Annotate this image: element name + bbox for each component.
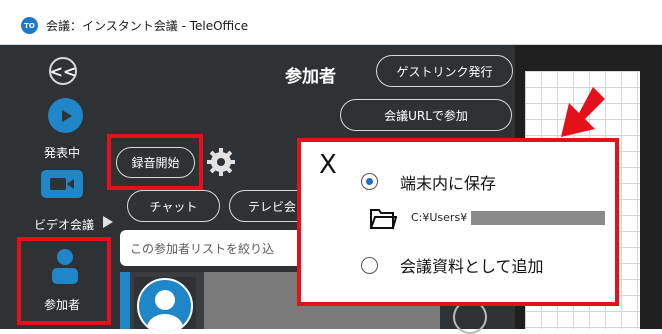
tab-chat[interactable]: チャット	[127, 190, 220, 222]
join-url-button[interactable]: 会議URLで参加	[340, 99, 512, 131]
radio-save-local[interactable]	[361, 173, 378, 190]
close-icon[interactable]: X	[319, 150, 337, 180]
row-indicator	[120, 272, 130, 329]
option-save-local-label[interactable]: 端末内に保存	[400, 170, 496, 194]
save-path-text: C:¥Users¥	[411, 211, 468, 224]
participants-highlight	[17, 237, 111, 325]
option-add-document-label[interactable]: 会議資料として追加	[400, 253, 544, 277]
play-icon[interactable]	[48, 98, 83, 133]
radio-add-document[interactable]	[361, 257, 378, 274]
guest-link-button[interactable]: ゲストリンク発行	[376, 55, 513, 87]
folder-icon[interactable]	[369, 206, 398, 232]
window-title: 会議：インスタント会議 - TeleOffice	[46, 19, 249, 33]
video-camera-icon[interactable]	[41, 170, 83, 198]
avatar	[137, 278, 193, 334]
collapse-button[interactable]: <<	[49, 57, 77, 85]
participant-filter-input[interactable]: この参加者リストを絞り込	[120, 230, 310, 266]
radio-selected-dot	[365, 177, 373, 185]
sidebar-item-presenting[interactable]: 発表中	[44, 144, 80, 161]
sidebar-item-video[interactable]: ビデオ会議	[34, 216, 94, 233]
app-logo-icon: TO	[21, 17, 38, 34]
gear-icon[interactable]	[205, 146, 237, 178]
record-highlight	[107, 134, 203, 190]
expand-arrow-icon[interactable]	[103, 216, 113, 228]
save-path-redacted	[471, 211, 605, 225]
panel-title: 参加者	[285, 67, 336, 87]
